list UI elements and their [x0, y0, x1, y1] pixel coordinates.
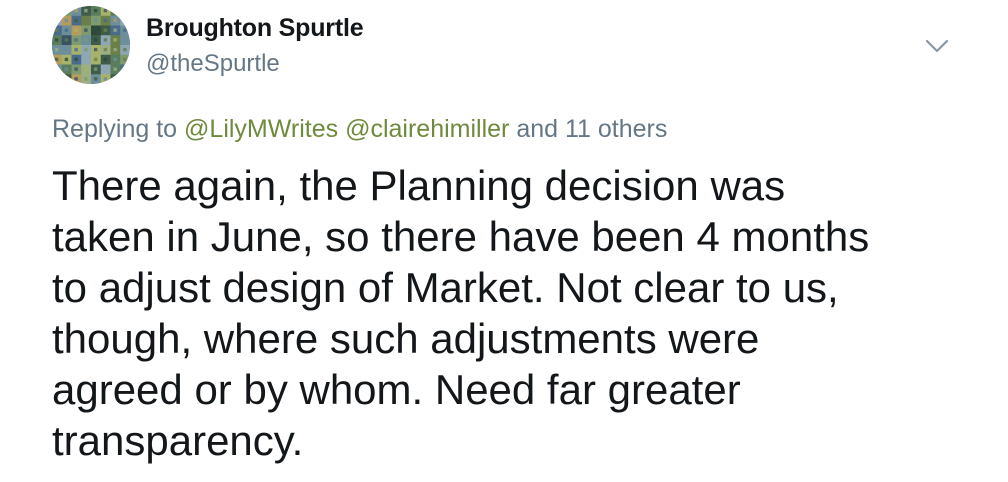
- tweet-card: Broughton Spurtle @theSpurtle Replying t…: [0, 0, 1008, 482]
- others-count[interactable]: and 11 others: [516, 115, 667, 143]
- tweet-text-line: transparency.: [52, 417, 304, 464]
- chevron-down-icon[interactable]: [922, 36, 952, 56]
- tweet-text-line: There again, the Planning decision was: [52, 162, 786, 209]
- author-handle[interactable]: @theSpurtle: [146, 50, 280, 78]
- author-name[interactable]: Broughton Spurtle: [146, 14, 364, 43]
- tweet-text-line: though, where such adjustments were: [52, 315, 760, 362]
- replying-to-line: Replying to @LilyMWrites @clairehimiller…: [52, 115, 667, 144]
- mention-link[interactable]: @clairehimiller: [345, 115, 509, 143]
- author-avatar[interactable]: [52, 6, 130, 84]
- tweet-text: There again, the Planning decision was t…: [52, 160, 972, 466]
- tweet-text-line: agreed or by whom. Need far greater: [52, 366, 741, 413]
- tweet-text-line: taken in June, so there have been 4 mont…: [52, 213, 870, 260]
- replying-to-label: Replying to: [52, 115, 178, 143]
- mention-link[interactable]: @LilyMWrites: [184, 115, 338, 143]
- tweet-text-line: to adjust design of Market. Not clear to…: [52, 264, 839, 311]
- mosaic-avatar-icon: [52, 6, 130, 84]
